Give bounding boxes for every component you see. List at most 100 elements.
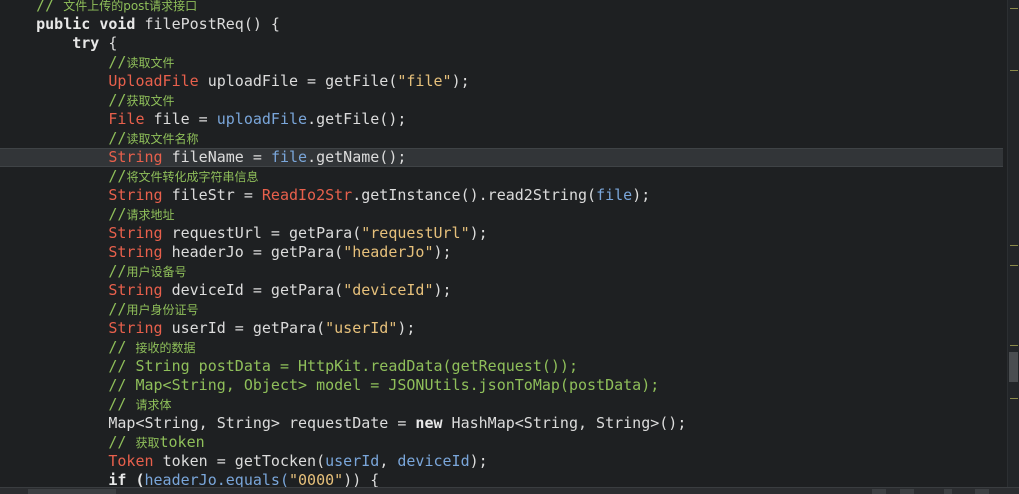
code-token: fileStr = — [171, 186, 262, 204]
code-line[interactable]: //将文件转化成字符串信息 — [0, 167, 1003, 186]
status-tab[interactable] — [28, 489, 116, 494]
code-line[interactable]: UploadFile uploadFile = getFile("file"); — [0, 72, 1003, 91]
code-token: .getName(); — [307, 148, 407, 166]
code-line[interactable]: // String postData = HttpKit.readData(ge… — [0, 357, 1003, 376]
code-token: File — [108, 110, 154, 128]
vertical-scrollbar[interactable] — [1007, 0, 1019, 487]
code-line[interactable]: if (headerJo.equals("0000")) { — [0, 471, 1003, 487]
code-token: String — [108, 243, 172, 261]
code-line[interactable]: //读取文件名称 — [0, 129, 1003, 148]
code-token: // String postData = HttpKit.readData(ge… — [108, 357, 578, 375]
code-token: .getInstance().read2String( — [352, 186, 597, 204]
code-token: .getFile(); — [307, 110, 407, 128]
code-token: public void — [36, 15, 145, 33]
code-token: "requestUrl" — [361, 224, 470, 242]
code-token: 读取文件 — [126, 56, 175, 70]
code-token: "userId" — [325, 319, 398, 337]
code-line-current[interactable]: String fileName = file.getName(); — [0, 148, 1003, 167]
status-indicator — [872, 489, 886, 494]
code-token: 用户设备号 — [126, 265, 187, 279]
code-line[interactable]: String userId = getPara("userId"); — [0, 319, 1003, 338]
code-token: 请求体 — [135, 398, 172, 412]
code-token: String — [108, 319, 172, 337]
status-indicator — [900, 489, 914, 494]
code-line[interactable]: // Map<String, Object> model = JSONUtils… — [0, 376, 1003, 395]
scrollbar-thumb[interactable] — [1009, 352, 1018, 382]
code-line[interactable]: // 接收的数据 — [0, 338, 1003, 357]
code-token: // — [108, 91, 127, 109]
code-line[interactable]: File file = uploadFile.getFile(); — [0, 110, 1003, 129]
code-token: userId = getPara( — [171, 319, 326, 337]
code-token: filePostReq() { — [144, 15, 280, 33]
code-token: , — [379, 452, 398, 470]
code-line[interactable]: String requestUrl = getPara("requestUrl"… — [0, 224, 1003, 243]
code-token: requestUrl = getPara( — [171, 224, 362, 242]
code-line[interactable]: public void filePostReq() { — [0, 15, 1003, 34]
code-token: // — [108, 395, 136, 413]
code-token: 请求地址 — [126, 208, 175, 222]
code-token: 读取文件名称 — [126, 132, 199, 146]
code-token: 接收的数据 — [135, 341, 196, 355]
code-token: // — [36, 0, 64, 14]
code-token: 获取 — [135, 436, 160, 450]
code-token: UploadFile — [108, 72, 208, 90]
scrollbar-marker — [1010, 265, 1018, 266]
code-token: ReadIo2Str — [261, 186, 353, 204]
scrollbar-marker — [1010, 70, 1018, 71]
code-line[interactable]: //用户设备号 — [0, 262, 1003, 281]
code-token: try — [72, 34, 109, 52]
code-line[interactable]: String fileStr = ReadIo2Str.getInstance(… — [0, 186, 1003, 205]
code-line[interactable]: String headerJo = getPara("headerJo"); — [0, 243, 1003, 262]
code-line[interactable]: // 获取token — [0, 433, 1003, 452]
code-token: ); — [451, 72, 470, 90]
code-token: String — [108, 186, 172, 204]
code-line[interactable]: // 请求体 — [0, 395, 1003, 414]
code-editor[interactable]: // 文件上传的post请求接口 public void filePostReq… — [0, 0, 1007, 487]
code-line[interactable]: Token token = getTocken(userId, deviceId… — [0, 452, 1003, 471]
code-line[interactable]: try { — [0, 34, 1003, 53]
code-line[interactable]: //读取文件 — [0, 53, 1003, 72]
code-token: token = getTocken( — [162, 452, 326, 470]
code-token: HashMap<String, String>(); — [451, 414, 687, 432]
code-token: ); — [632, 186, 651, 204]
code-token: ); — [397, 319, 416, 337]
code-token: 获取文件 — [126, 94, 175, 108]
code-token: // — [108, 205, 127, 223]
code-line[interactable]: Map<String, String> requestDate = new Ha… — [0, 414, 1003, 433]
code-line[interactable]: String deviceId = getPara("deviceId"); — [0, 281, 1003, 300]
code-token: // — [108, 433, 136, 451]
code-token: { — [108, 34, 118, 52]
code-token: uploadFile = getFile( — [207, 72, 398, 90]
status-indicator — [944, 489, 952, 494]
code-token: deviceId — [397, 452, 470, 470]
code-token: Map<String, String> requestDate = — [108, 414, 416, 432]
code-token: headerJo.equals( — [144, 471, 290, 487]
code-token: 文件上传的post请求接口 — [63, 0, 198, 13]
code-line[interactable]: //获取文件 — [0, 91, 1003, 110]
code-token: // — [108, 167, 127, 185]
code-line[interactable]: // 文件上传的post请求接口 — [0, 0, 1003, 15]
code-token: fileName = — [171, 148, 271, 166]
code-token: ); — [469, 452, 488, 470]
code-token: "headerJo" — [343, 243, 434, 261]
code-line[interactable]: //请求地址 — [0, 205, 1003, 224]
code-token: headerJo = getPara( — [171, 243, 344, 261]
code-token: Token — [108, 452, 163, 470]
code-line[interactable]: //用户身份证号 — [0, 300, 1003, 319]
code-token: String — [108, 224, 172, 242]
scrollbar-marker — [1010, 245, 1018, 246]
code-token: // — [108, 262, 127, 280]
code-token: // Map<String, Object> model = JSONUtils… — [108, 376, 660, 394]
